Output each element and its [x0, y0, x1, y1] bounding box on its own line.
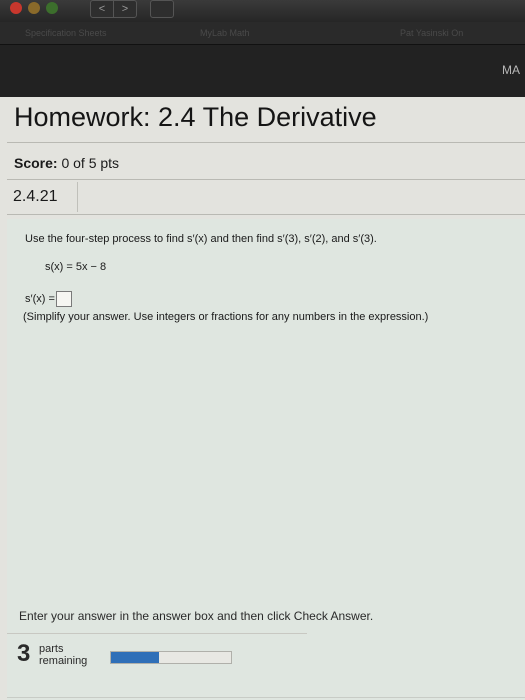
- progress-bar-fill: [111, 652, 159, 663]
- divider: [7, 214, 525, 215]
- back-button[interactable]: <: [90, 0, 114, 18]
- corner-label[interactable]: MA: [502, 63, 520, 77]
- page-header-bar: MA: [0, 45, 525, 97]
- page-title: Homework: 2.4 The Derivative: [14, 102, 377, 132]
- close-window-button[interactable]: [10, 2, 22, 14]
- answer-hint: (Simplify your answer. Use integers or f…: [23, 311, 429, 323]
- question-number-box: 2.4.21: [7, 182, 78, 212]
- answer-input[interactable]: [55, 291, 72, 307]
- zoom-window-button[interactable]: [46, 2, 58, 14]
- score-row: Score: 0 of 5 pts: [14, 155, 119, 171]
- browser-tab[interactable]: MyLab Math: [200, 25, 340, 41]
- minimize-window-button[interactable]: [28, 2, 40, 14]
- answer-row: s′(x) =: [25, 291, 72, 307]
- answer-prefix: s′(x) =: [25, 292, 55, 305]
- footer-instruction: Enter your answer in the answer box and …: [19, 609, 374, 623]
- homework-page: Homework: 2.4 The Derivative Score: 0 of…: [0, 97, 525, 700]
- question-number: 2.4.21: [13, 188, 58, 205]
- browser-tab[interactable]: Specification Sheets: [25, 25, 175, 41]
- divider: [7, 179, 525, 180]
- chevron-right-icon: >: [121, 3, 129, 15]
- score-label: Score:: [14, 155, 58, 171]
- score-value: 0 of 5 pts: [61, 155, 120, 171]
- divider: [7, 142, 525, 143]
- tab-bar: Specification Sheets MyLab Math Pat Yasi…: [0, 22, 525, 45]
- forward-button[interactable]: >: [113, 0, 137, 18]
- question-instruction: Use the four-step process to find s′(x) …: [25, 233, 377, 245]
- function-definition: s(x) = 5x − 8: [45, 261, 107, 273]
- chevron-left-icon: <: [98, 3, 106, 15]
- parts-remaining-label: remaining: [39, 655, 88, 667]
- progress-bar: [110, 651, 232, 664]
- parts-remaining-label: parts: [39, 643, 64, 655]
- browser-tab[interactable]: Pat Yasinski On: [400, 25, 525, 41]
- browser-toolbar: < >: [0, 0, 525, 22]
- parts-remaining-count: 3: [17, 640, 31, 667]
- divider: [7, 633, 307, 634]
- footer: Enter your answer in the answer box and …: [0, 595, 525, 700]
- sidebar-toggle-button[interactable]: [150, 0, 174, 18]
